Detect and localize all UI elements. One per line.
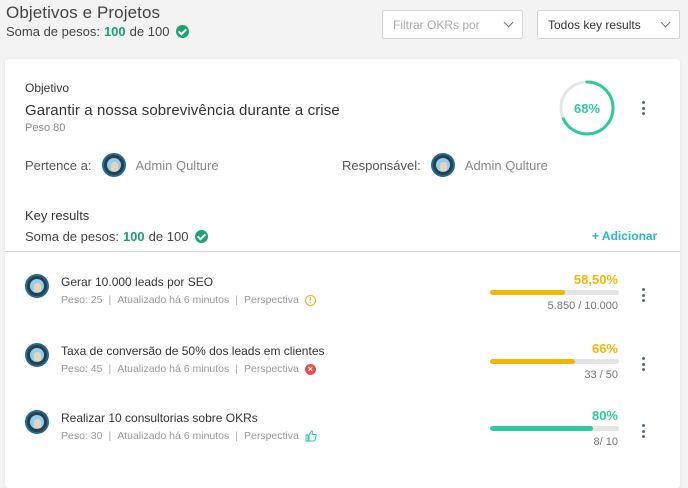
kr-weights-value: 100: [122, 229, 145, 244]
key-result-meta: Peso: 45 | Atualizado há 6 minutos | Per…: [61, 363, 316, 375]
objective-title[interactable]: Garantir a nossa sobrevivência durante a…: [25, 102, 340, 119]
weights-summary: Soma de pesos: 100 de 100: [6, 24, 190, 39]
key-result-more-menu-icon[interactable]: [637, 356, 649, 372]
separator: |: [235, 430, 238, 442]
kr-weights-of: de 100: [148, 229, 189, 244]
responsible-name[interactable]: Admin Qulture: [465, 158, 548, 173]
key-results-weights: Soma de pesos: 100 de 100: [25, 229, 209, 244]
key-result-row[interactable]: Taxa de conversão de 50% dos leads em cl…: [5, 341, 680, 401]
key-result-perspective: Perspectiva: [244, 430, 299, 442]
responsible-row: Responsável: Admin Qulture: [342, 153, 548, 177]
filter-okrs-placeholder: Filtrar OKRs por: [393, 17, 480, 32]
avatar: [25, 343, 49, 367]
key-result-title[interactable]: Realizar 10 consultorias sobre OKRs: [61, 411, 258, 425]
key-results-select-value: Todos key results: [548, 17, 641, 32]
key-result-title[interactable]: Taxa de conversão de 50% dos leads em cl…: [61, 344, 325, 358]
key-result-updated: Atualizado há 6 minutos: [117, 363, 230, 375]
filter-okrs-select[interactable]: Filtrar OKRs por: [382, 10, 523, 39]
key-result-meta: Peso: 25 | Atualizado há 6 minutos | Per…: [61, 294, 316, 306]
objective-progress-text: 68%: [573, 100, 601, 116]
check-circle-icon: [176, 25, 190, 38]
chevron-down-icon: [660, 17, 671, 28]
separator: |: [235, 363, 238, 375]
avatar: [25, 410, 49, 434]
key-result-row[interactable]: Realizar 10 consultorias sobre OKRs Peso…: [5, 408, 680, 468]
objective-card: Objetivo Garantir a nossa sobrevivência …: [5, 59, 680, 488]
belongs-to-name[interactable]: Admin Qulture: [136, 158, 219, 173]
key-result-weight: Peso: 25: [61, 294, 103, 306]
key-result-updated: Atualizado há 6 minutos: [117, 294, 230, 306]
responsible-label: Responsável:: [342, 157, 421, 173]
key-result-percent: 80%: [591, 408, 618, 423]
kr-weights-label: Soma de pesos:: [25, 229, 119, 244]
key-results-heading: Key results: [25, 208, 90, 223]
key-result-weight: Peso: 45: [61, 363, 103, 375]
objective-weight: Peso 80: [25, 122, 66, 134]
objective-more-menu-icon[interactable]: [637, 100, 649, 116]
x-circle-icon: ×: [304, 363, 316, 375]
key-result-value: 33 / 50: [584, 369, 618, 381]
separator: |: [108, 294, 112, 306]
key-result-progress-bar: [490, 426, 619, 431]
key-result-updated: Atualizado há 6 minutos: [117, 430, 230, 442]
key-results-select[interactable]: Todos key results: [537, 10, 680, 39]
belongs-to-label: Pertence a:: [25, 157, 92, 173]
key-result-value: 5.850 / 10.000: [547, 300, 618, 312]
chevron-down-icon: [503, 17, 514, 28]
page-title: Objetivos e Projetos: [6, 3, 161, 22]
avatar: [430, 153, 455, 177]
avatar: [25, 274, 49, 298]
avatar: [101, 153, 126, 177]
separator: |: [108, 430, 112, 442]
weights-of: de 100: [129, 24, 170, 39]
key-result-percent: 66%: [591, 341, 618, 356]
key-result-progress-bar: [490, 359, 619, 364]
key-result-row[interactable]: Gerar 10.000 leads por SEO Peso: 25 | At…: [5, 272, 680, 332]
key-result-value: 8/ 10: [593, 436, 618, 448]
key-result-more-menu-icon[interactable]: [637, 287, 649, 303]
key-result-meta: Peso: 30 | Atualizado há 6 minutos | Per…: [61, 430, 317, 442]
belongs-to-row: Pertence a: Admin Qulture: [25, 153, 219, 177]
check-circle-icon: [195, 230, 209, 243]
key-result-title[interactable]: Gerar 10.000 leads por SEO: [61, 275, 213, 289]
weights-value: 100: [103, 24, 126, 39]
key-result-weight: Peso: 30: [61, 430, 103, 442]
key-result-progress-bar: [490, 290, 619, 295]
key-result-more-menu-icon[interactable]: [637, 423, 649, 439]
separator: |: [108, 363, 112, 375]
objective-section-label: Objetivo: [25, 81, 70, 95]
add-key-result-button[interactable]: + Adicionar: [592, 229, 657, 243]
separator: |: [235, 294, 238, 306]
key-result-percent: 58,50%: [573, 272, 618, 287]
divider: [5, 251, 680, 252]
key-result-perspective: Perspectiva: [244, 363, 299, 375]
warning-icon: !: [304, 294, 316, 306]
weights-label: Soma de pesos:: [6, 24, 100, 39]
key-result-perspective: Perspectiva: [244, 294, 299, 306]
thumbs-up-icon: [305, 430, 317, 442]
